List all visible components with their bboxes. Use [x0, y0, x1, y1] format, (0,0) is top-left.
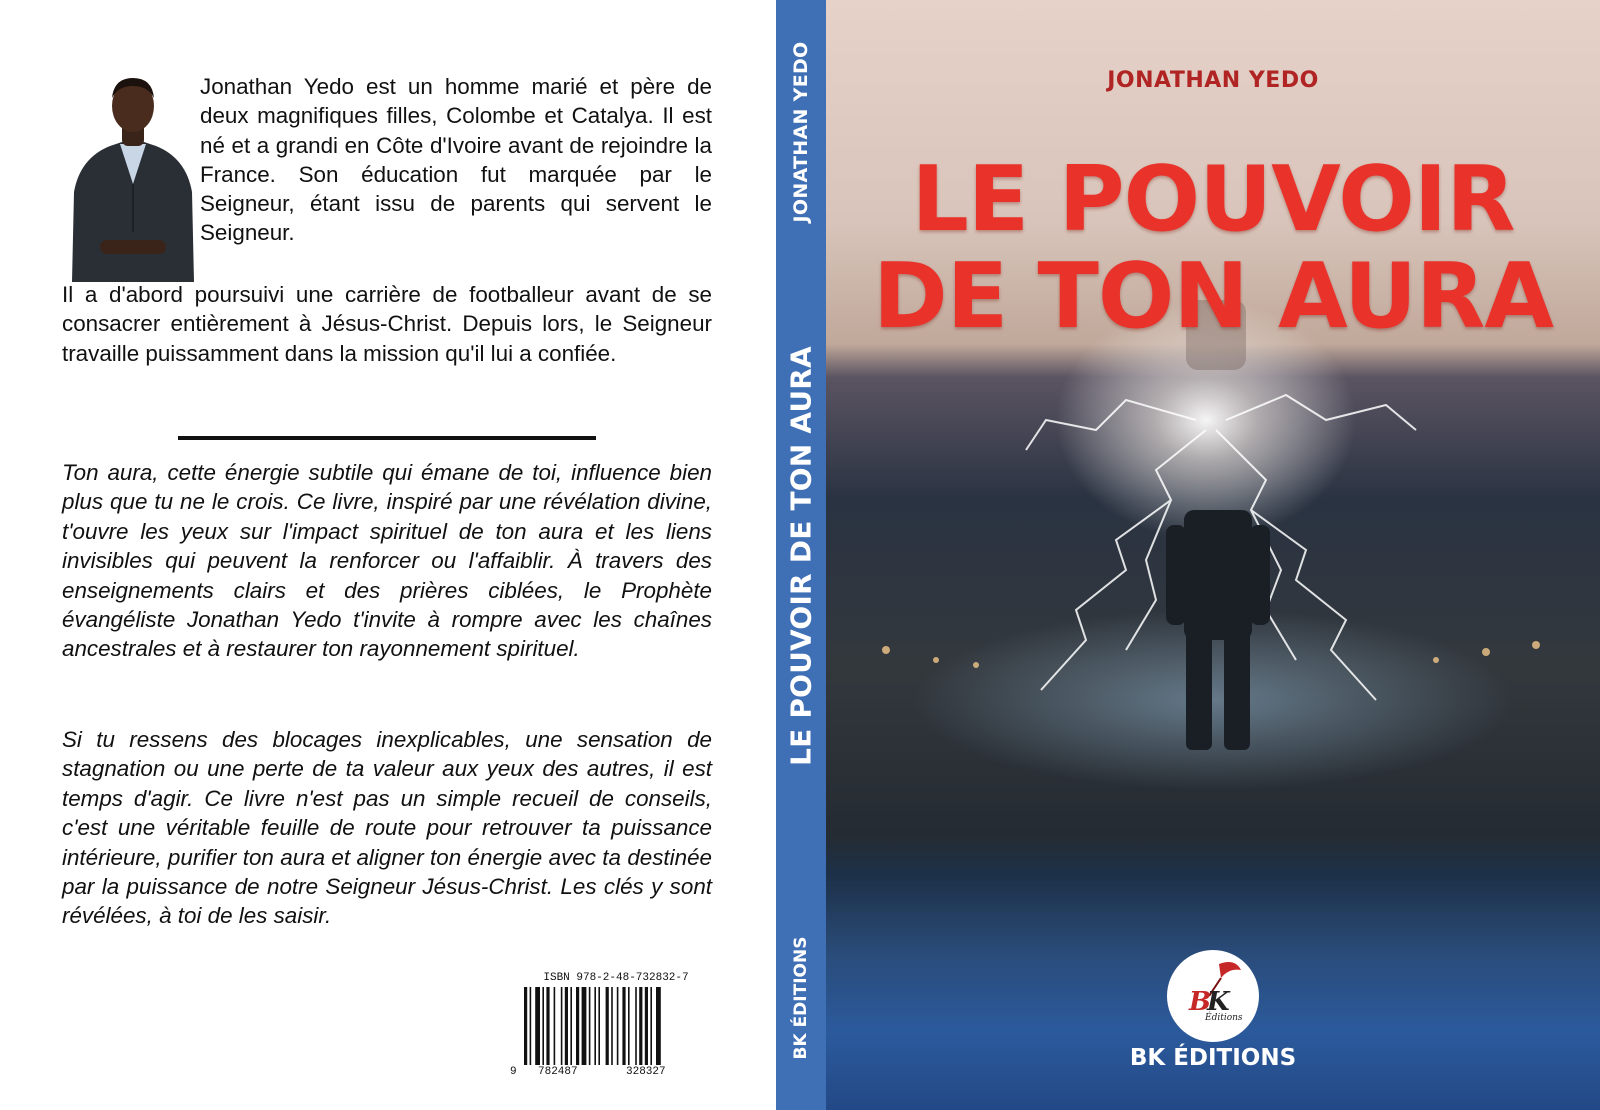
- spine-author: JONATHAN YEDO: [790, 41, 812, 223]
- spine-title: LE POUVOIR DE TON AURA: [784, 346, 818, 766]
- front-cover: JONATHAN YEDO LE POUVOIR DE TON AURA B K…: [826, 0, 1600, 1110]
- barcode-bar: [546, 987, 550, 1065]
- barcode-bar: [581, 987, 587, 1065]
- barcode-bar: [644, 987, 648, 1065]
- front-author: JONATHAN YEDO: [1107, 68, 1319, 93]
- barcode-bar: [570, 987, 572, 1065]
- barcode-bar: [535, 987, 540, 1065]
- barcode-bar: [656, 987, 661, 1065]
- section-divider: [178, 436, 596, 440]
- author-bio-career: Il a d'abord poursuivi une carrière de f…: [62, 282, 712, 366]
- isbn-barcode-block: ISBN 978-2-48-732832-7 9 782487 328327: [510, 972, 714, 1082]
- blurb-paragraph-2: Si tu ressens des blocages inexplicables…: [62, 727, 712, 929]
- blurb-paragraph-1: Ton aura, cette énergie subtile qui éman…: [62, 460, 712, 662]
- barcode-digits-right: 328327: [626, 1066, 666, 1078]
- barcode-bar: [524, 987, 528, 1065]
- barcode-icon: [524, 987, 661, 1065]
- barcode-bar: [622, 987, 626, 1065]
- author-photo: [72, 78, 194, 282]
- barcode-bar: [639, 987, 643, 1065]
- barcode-bar: [594, 987, 596, 1065]
- barcode-bar: [588, 987, 591, 1065]
- publisher-logo: B K Éditions: [1167, 950, 1259, 1042]
- barcode-bar: [611, 987, 613, 1065]
- front-title-line-2: DE TON AURA: [873, 244, 1554, 349]
- barcode-bar: [605, 987, 609, 1065]
- barcode-bar: [529, 987, 532, 1065]
- barcode-bar: [598, 987, 600, 1065]
- barcode-bar: [553, 987, 556, 1065]
- barcode-bar: [542, 987, 544, 1065]
- barcode-digits-left: 782487: [538, 1066, 578, 1078]
- front-title-line-1: LE POUVOIR: [911, 147, 1515, 252]
- barcode-bar: [616, 987, 619, 1065]
- barcode-bar: [628, 987, 630, 1065]
- svg-text:Éditions: Éditions: [1204, 1011, 1243, 1023]
- barcode-lead-digit: 9: [510, 1066, 517, 1078]
- front-publisher: BK ÉDITIONS: [1129, 1045, 1297, 1071]
- barcode-bar: [560, 987, 563, 1065]
- isbn-label: ISBN 978-2-48-732832-7: [543, 972, 689, 984]
- spine-publisher: BK ÉDITIONS: [791, 936, 811, 1060]
- barcode-bar: [564, 987, 568, 1065]
- author-bio-intro: Jonathan Yedo est un homme marié et père…: [200, 74, 712, 246]
- spine: JONATHAN YEDO LE POUVOIR DE TON AURA BK …: [776, 0, 826, 1110]
- barcode-bar: [650, 987, 652, 1065]
- back-cover: Jonathan Yedo est un homme marié et père…: [0, 0, 776, 1110]
- barcode-bar: [635, 987, 637, 1065]
- barcode-bar: [576, 987, 580, 1065]
